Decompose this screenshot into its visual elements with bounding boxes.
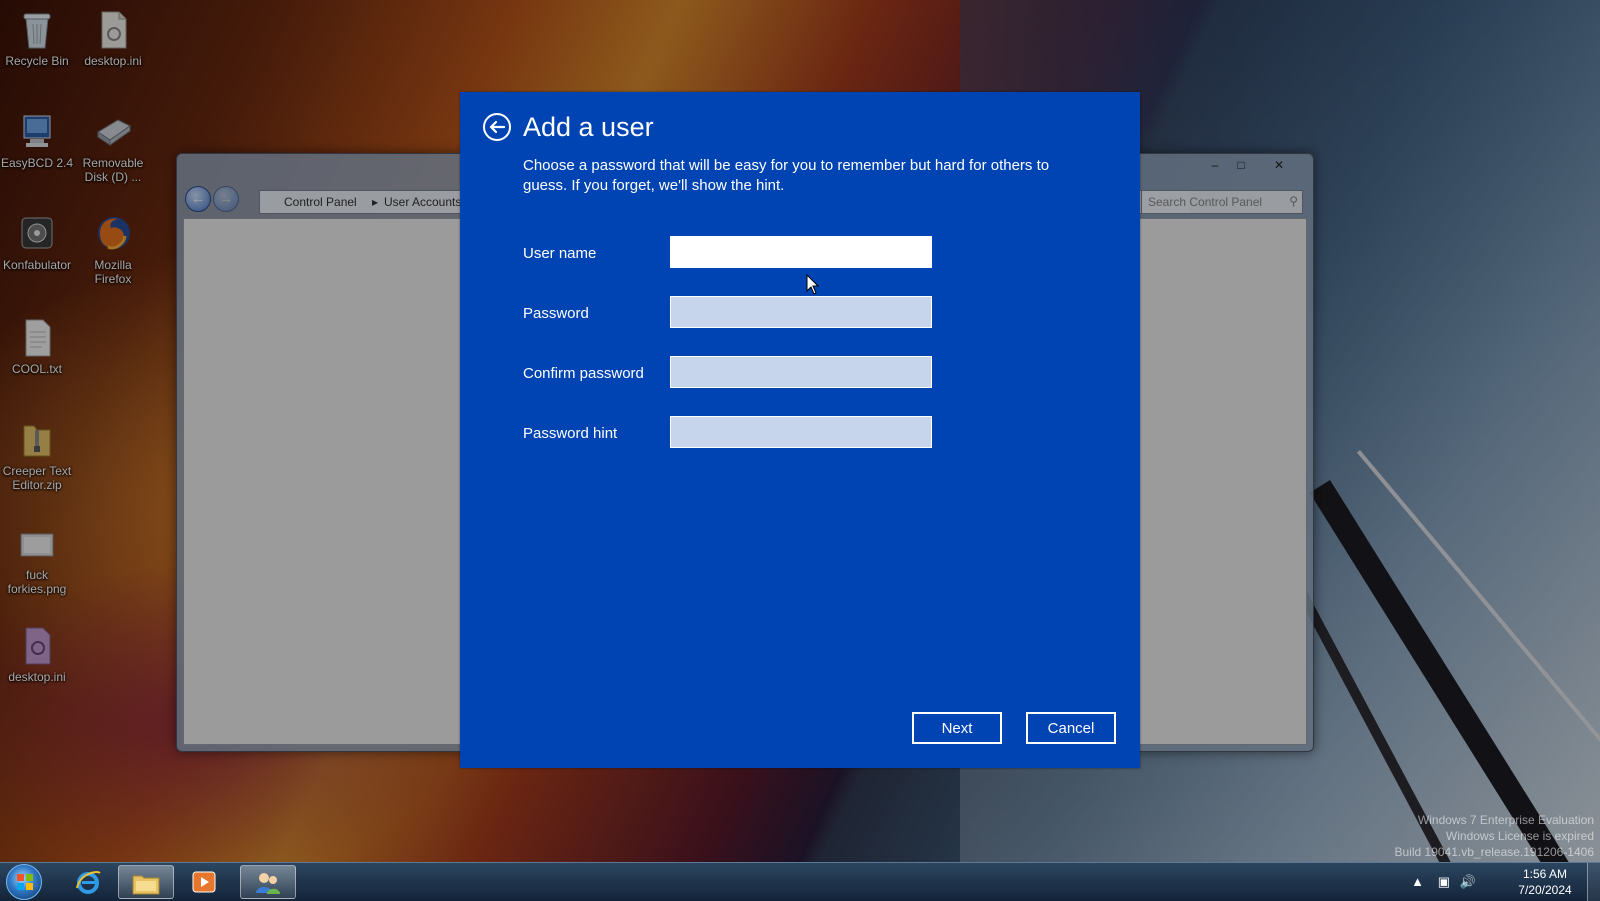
clock-time: 1:56 AM: [1522, 867, 1568, 881]
watermark-line-2: Windows License is expired: [1445, 829, 1594, 843]
file-explorer-icon: [132, 875, 160, 895]
back-arrow-icon[interactable]: [483, 113, 511, 141]
dialog-title: Add a user: [523, 112, 654, 142]
volume-icon[interactable]: 🔊: [1460, 874, 1476, 890]
windows-logo-icon: [17, 874, 33, 890]
clock[interactable]: 1:56 AM 7/20/2024: [1510, 866, 1580, 898]
confirm-password-label: Confirm password: [523, 365, 644, 382]
start-button[interactable]: [6, 864, 42, 900]
password-label: Password: [523, 305, 589, 322]
watermark-line-3: Build 19041.vb_release.191206-1406: [1394, 845, 1595, 859]
confirm-password-input[interactable]: [670, 356, 932, 388]
clock-date: 7/20/2024: [1518, 883, 1572, 897]
taskbar-user-accounts[interactable]: [240, 865, 296, 899]
password-input[interactable]: [670, 296, 932, 328]
watermark-line-1: Windows 7 Enterprise Evaluation: [1417, 813, 1594, 827]
taskbar-internet-explorer[interactable]: [60, 865, 116, 899]
mouse-cursor-icon: [806, 273, 820, 301]
password-hint-label: Password hint: [523, 425, 618, 442]
network-icon[interactable]: ▣: [1438, 874, 1450, 890]
taskbar: ▲ ▣ 🔊 1:56 AM 7/20/2024: [0, 862, 1600, 901]
taskbar-media-player[interactable]: [176, 865, 232, 899]
password-hint-input[interactable]: [670, 416, 932, 448]
dialog-description: Choose a password that will be easy for …: [523, 157, 1050, 194]
show-hidden-icons-icon[interactable]: ▲: [1411, 874, 1424, 889]
internet-explorer-icon: [76, 871, 101, 894]
show-desktop-button[interactable]: [1587, 863, 1600, 901]
username-label: User name: [523, 245, 597, 262]
username-input[interactable]: [670, 236, 932, 268]
add-user-dialog: Add a user Choose a password that will b…: [460, 92, 1140, 768]
cancel-button[interactable]: Cancel: [1026, 712, 1116, 744]
user-accounts-icon: [256, 873, 280, 894]
media-player-icon: [192, 871, 216, 893]
next-button[interactable]: Next: [912, 712, 1002, 744]
taskbar-file-explorer[interactable]: [118, 865, 174, 899]
activation-watermark: Windows 7 Enterprise Evaluation Windows …: [1395, 812, 1595, 860]
